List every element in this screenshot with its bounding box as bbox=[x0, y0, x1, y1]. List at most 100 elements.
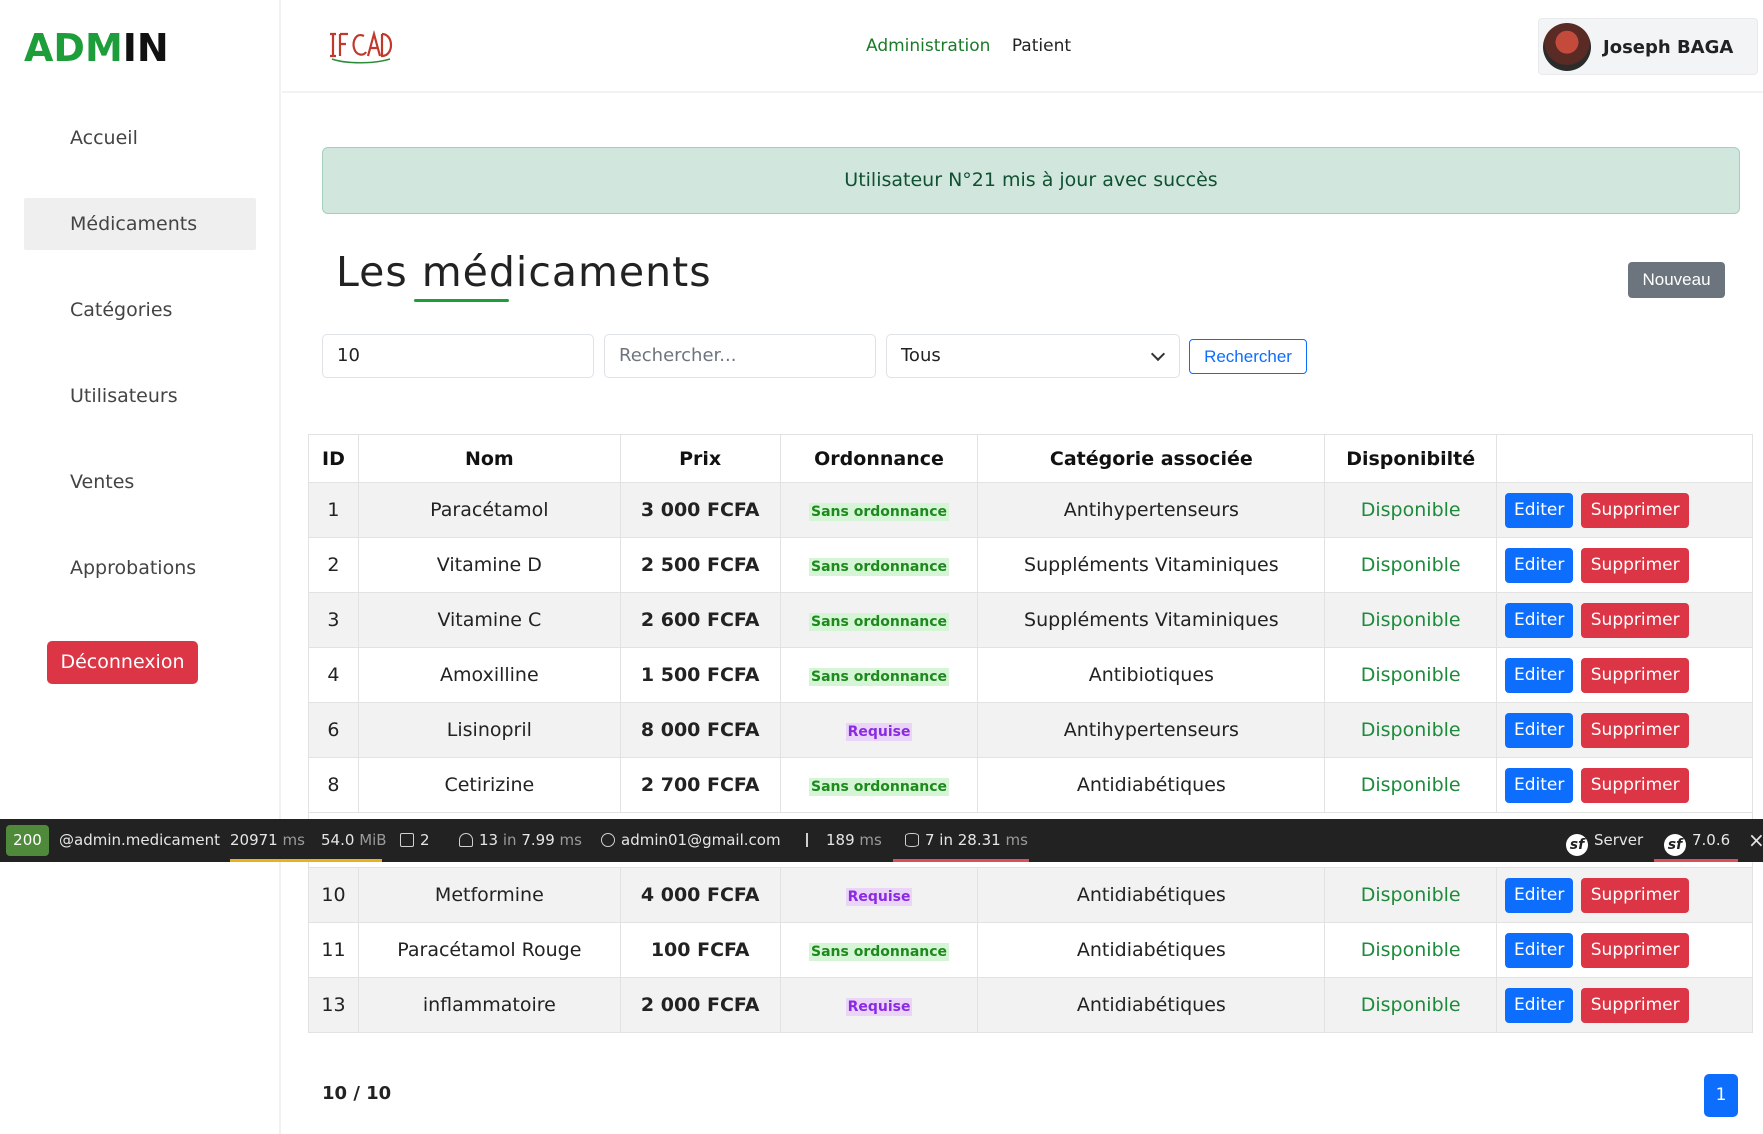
avatar bbox=[1543, 23, 1591, 71]
debug-twig-unit: ms bbox=[859, 831, 882, 849]
cell-nom: Cetirizine bbox=[357, 757, 621, 813]
edit-button[interactable]: Editer bbox=[1505, 547, 1574, 583]
delete-button[interactable]: Supprimer bbox=[1581, 877, 1690, 913]
availability-status: Disponible bbox=[1360, 499, 1461, 521]
debug-server-label: Server bbox=[1594, 831, 1644, 849]
debug-server[interactable]: sf Server bbox=[1566, 819, 1643, 862]
nav-link-administration[interactable]: Administration bbox=[866, 36, 990, 56]
edit-button[interactable]: Editer bbox=[1505, 657, 1574, 693]
column-header-categorie[interactable]: Catégorie associée bbox=[977, 434, 1326, 483]
column-header-id[interactable]: ID bbox=[308, 434, 359, 483]
cell-disponibilite: Disponible bbox=[1324, 867, 1498, 923]
debug-memory[interactable]: 54.0 MiB bbox=[307, 819, 387, 862]
form-icon bbox=[400, 833, 414, 847]
sidebar-item-ventes[interactable]: Ventes bbox=[24, 456, 256, 508]
availability-status: Disponible bbox=[1360, 884, 1461, 906]
delete-button[interactable]: Supprimer bbox=[1581, 547, 1690, 583]
nav-link-patient[interactable]: Patient bbox=[1012, 36, 1071, 56]
table-body: 1 Paracétamol 3 000 FCFA Sans ordonnance Ant… bbox=[308, 482, 1753, 1033]
cell-actions: Editer Supprimer bbox=[1496, 757, 1753, 813]
debug-user[interactable]: admin01@gmail.com bbox=[601, 819, 781, 862]
cell-ordonnance: Sans ordonnance bbox=[779, 757, 979, 813]
edit-button[interactable]: Editer bbox=[1505, 492, 1574, 528]
cell-actions: Editer Supprimer bbox=[1496, 537, 1753, 593]
debug-time[interactable]: 20971 ms bbox=[230, 819, 307, 862]
column-header-prix[interactable]: Prix bbox=[619, 434, 781, 483]
table-row: 3 Vitamine C2 600 FCFA Sans ordonnance Supp… bbox=[308, 592, 1753, 648]
category-select-value: Tous bbox=[901, 345, 941, 366]
per-page-input[interactable]: 10 bbox=[322, 334, 594, 378]
sidebar-item-medicaments[interactable]: Médicaments bbox=[24, 198, 256, 250]
debug-memory-unit: MiB bbox=[359, 831, 387, 849]
edit-button[interactable]: Editer bbox=[1505, 987, 1574, 1023]
user-menu[interactable]: Joseph BAGA bbox=[1538, 18, 1758, 75]
debug-db-unit: ms bbox=[1005, 831, 1028, 849]
delete-button[interactable]: Supprimer bbox=[1581, 712, 1690, 748]
search-input[interactable]: Rechercher... bbox=[604, 334, 876, 378]
debug-cache-time: 7.99 bbox=[521, 831, 555, 849]
table-row: 10 Metformine 4 000 FCFA Requise Antidiabéti… bbox=[308, 867, 1753, 923]
edit-button[interactable]: Editer bbox=[1505, 877, 1574, 913]
edit-button[interactable]: Editer bbox=[1505, 767, 1574, 803]
ordonnance-badge: Requise bbox=[845, 888, 913, 906]
new-medicament-button[interactable]: Nouveau bbox=[1628, 262, 1725, 298]
debug-version[interactable]: sf 7.0.6 bbox=[1654, 819, 1738, 862]
delete-button[interactable]: Supprimer bbox=[1581, 987, 1690, 1023]
debug-cache[interactable]: 13 in 7.99 ms bbox=[459, 819, 582, 862]
sidebar-item-utilisateurs[interactable]: Utilisateurs bbox=[24, 370, 256, 422]
cell-nom: Vitamine D bbox=[357, 537, 621, 593]
delete-button[interactable]: Supprimer bbox=[1581, 602, 1690, 638]
layers-icon bbox=[459, 833, 473, 847]
availability-status: Disponible bbox=[1360, 939, 1461, 961]
debug-route[interactable]: @admin.medicament bbox=[59, 819, 220, 862]
debug-memory-value: 54.0 bbox=[321, 831, 355, 849]
cell-actions: Editer Supprimer bbox=[1496, 592, 1753, 648]
symfony-logo-icon: sf bbox=[1566, 834, 1588, 856]
sidebar-item-approbations[interactable]: Approbations bbox=[24, 542, 256, 594]
edit-button[interactable]: Editer bbox=[1505, 602, 1574, 638]
availability-status: Disponible bbox=[1360, 994, 1461, 1016]
category-select[interactable]: Tous bbox=[886, 334, 1180, 378]
pagination-count: 10 / 10 bbox=[322, 1083, 392, 1104]
cell-nom: inflammatoire bbox=[357, 977, 621, 1033]
cell-nom: Paracétamol Rouge bbox=[357, 922, 621, 978]
delete-button[interactable]: Supprimer bbox=[1581, 932, 1690, 968]
close-icon[interactable]: × bbox=[1748, 819, 1763, 862]
cell-actions: Editer Supprimer bbox=[1496, 702, 1753, 758]
status-code-badge[interactable]: 200 bbox=[6, 825, 49, 856]
debug-cache-unit: ms bbox=[559, 831, 582, 849]
user-icon bbox=[601, 833, 615, 847]
page-title: Les médicaments bbox=[336, 248, 712, 296]
topbar: Administration Patient Joseph BAGA bbox=[282, 0, 1763, 93]
column-header-nom[interactable]: Nom bbox=[357, 434, 621, 483]
page-button-1[interactable]: 1 bbox=[1704, 1074, 1738, 1117]
edit-button[interactable]: Editer bbox=[1505, 712, 1574, 748]
chevron-down-icon bbox=[1150, 346, 1166, 362]
delete-button[interactable]: Supprimer bbox=[1581, 657, 1690, 693]
delete-button[interactable]: Supprimer bbox=[1581, 492, 1690, 528]
ifcad-logo-icon[interactable] bbox=[326, 26, 396, 66]
debug-database[interactable]: 7 in 28.31 ms bbox=[893, 819, 1029, 862]
cell-ordonnance: Sans ordonnance bbox=[779, 592, 979, 648]
availability-status: Disponible bbox=[1360, 664, 1461, 686]
sidebar-item-categories[interactable]: Catégories bbox=[24, 284, 256, 336]
column-header-disponibilite[interactable]: Disponibilté bbox=[1324, 434, 1498, 483]
cell-disponibilite: Disponible bbox=[1324, 647, 1498, 703]
ordonnance-badge: Sans ordonnance bbox=[809, 613, 950, 631]
cell-categorie: Antibiotiques bbox=[977, 647, 1326, 703]
debug-user-value: admin01@gmail.com bbox=[621, 831, 781, 849]
sidebar-item-accueil[interactable]: Accueil bbox=[24, 112, 256, 164]
cell-disponibilite: Disponible bbox=[1324, 922, 1498, 978]
debug-twig[interactable]: 189 ms bbox=[806, 819, 882, 862]
cell-disponibilite: Disponible bbox=[1324, 537, 1498, 593]
search-button[interactable]: Rechercher bbox=[1189, 339, 1307, 374]
cell-id: 13 bbox=[308, 977, 359, 1033]
ordonnance-badge: Requise bbox=[845, 723, 913, 741]
logout-button[interactable]: Déconnexion bbox=[47, 641, 198, 684]
edit-button[interactable]: Editer bbox=[1505, 932, 1574, 968]
cell-prix: 2 000 FCFA bbox=[619, 977, 781, 1033]
column-header-ordonnance[interactable]: Ordonnance bbox=[779, 434, 979, 483]
delete-button[interactable]: Supprimer bbox=[1581, 767, 1690, 803]
debug-forms[interactable]: 2 bbox=[400, 819, 430, 862]
table-row: 2 Vitamine D2 500 FCFA Sans ordonnance Supp… bbox=[308, 537, 1753, 593]
